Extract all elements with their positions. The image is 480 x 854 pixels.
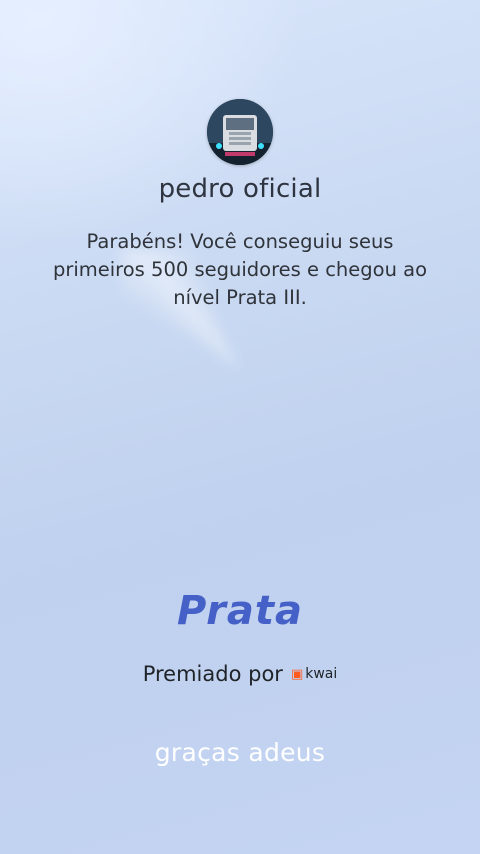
awarded-by: Premiado por ▣ kwai <box>0 662 480 686</box>
kwai-logo: ▣ kwai <box>291 666 337 682</box>
kwai-icon: ▣ <box>290 666 304 682</box>
awarded-by-label: Premiado por <box>142 662 283 686</box>
congratulations-message: Parabéns! Você conseguiu seus primeiros … <box>52 230 428 309</box>
footer-caption: graças adeus <box>154 738 326 767</box>
avatar[interactable] <box>207 99 273 165</box>
tier-title: Prata <box>177 588 303 634</box>
kwai-brand-name: kwai <box>305 666 338 682</box>
username: pedro oficial <box>158 174 322 204</box>
truck-icon <box>207 99 273 165</box>
